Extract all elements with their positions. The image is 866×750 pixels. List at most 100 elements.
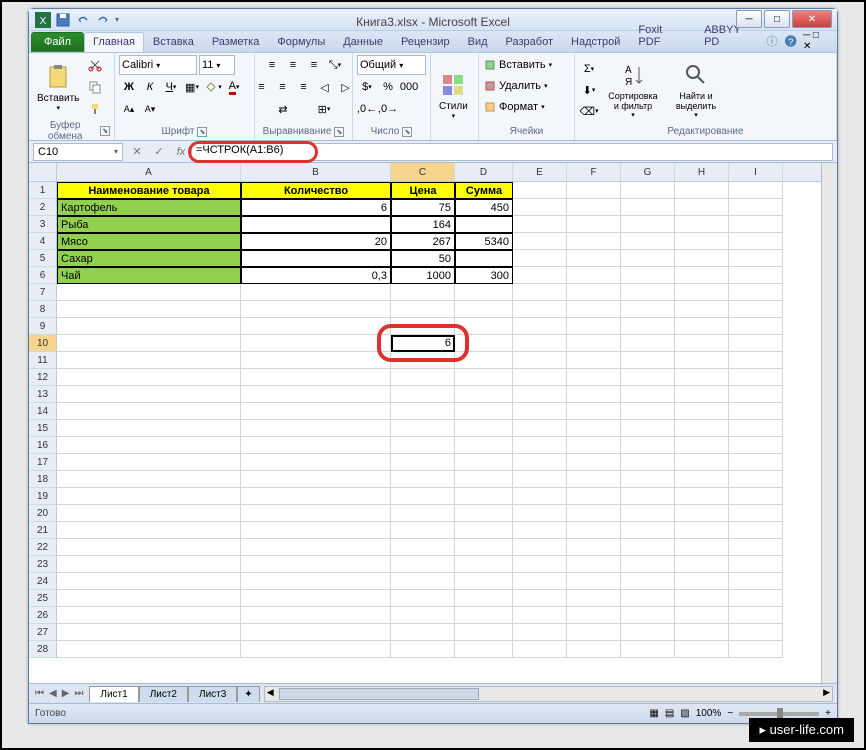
- percent-button[interactable]: %: [378, 77, 398, 97]
- view-layout-button[interactable]: ▤: [665, 708, 674, 719]
- row-header-20[interactable]: 20: [29, 505, 56, 522]
- wrap-text-button[interactable]: ⇄: [263, 99, 303, 119]
- tab-review[interactable]: Рецензир: [392, 32, 459, 52]
- row-header-8[interactable]: 8: [29, 301, 56, 318]
- align-right-button[interactable]: ≡: [294, 77, 314, 97]
- align-middle-button[interactable]: ≡: [283, 55, 303, 75]
- tab-file[interactable]: Файл: [31, 32, 84, 52]
- font-size-combo[interactable]: 11▾: [199, 55, 235, 75]
- fill-button[interactable]: ⬇▾: [579, 80, 599, 100]
- col-header-B[interactable]: B: [241, 163, 391, 181]
- table-row[interactable]: Рыба: [57, 216, 241, 233]
- shrink-font-button[interactable]: А▾: [140, 99, 160, 119]
- new-sheet-button[interactable]: ✦: [237, 686, 259, 702]
- zoom-out-button[interactable]: −: [727, 708, 733, 719]
- styles-button[interactable]: Стили▾: [435, 69, 472, 122]
- col-header-E[interactable]: E: [513, 163, 567, 181]
- cancel-formula-button[interactable]: ✕: [127, 143, 147, 161]
- row-header-17[interactable]: 17: [29, 454, 56, 471]
- col-header-A[interactable]: A: [57, 163, 241, 181]
- align-center-button[interactable]: ≡: [273, 77, 293, 97]
- tab-insert[interactable]: Вставка: [144, 32, 203, 52]
- name-box[interactable]: C10▾: [33, 143, 123, 161]
- sheet-nav-last[interactable]: ⏭: [72, 688, 85, 699]
- row-header-10[interactable]: 10: [29, 335, 56, 352]
- formula-input[interactable]: =ЧСТРОК(A1:B6): [191, 143, 833, 161]
- sheet-tab-1[interactable]: Лист1: [89, 686, 138, 702]
- clear-button[interactable]: ⌫▾: [579, 101, 599, 121]
- font-name-combo[interactable]: Calibri▾: [119, 55, 197, 75]
- select-all-corner[interactable]: [29, 163, 57, 182]
- font-launcher[interactable]: ⬊: [197, 127, 207, 137]
- col-header-H[interactable]: H: [675, 163, 729, 181]
- align-top-button[interactable]: ≡: [262, 55, 282, 75]
- tab-data[interactable]: Данные: [334, 32, 392, 52]
- row-header-19[interactable]: 19: [29, 488, 56, 505]
- table-row[interactable]: Чай: [57, 267, 241, 284]
- sheet-nav-first[interactable]: ⏮: [33, 688, 46, 699]
- row-header-22[interactable]: 22: [29, 539, 56, 556]
- tab-addins[interactable]: Надстрой: [562, 32, 629, 52]
- orientation-button[interactable]: ⤡▾: [325, 55, 345, 75]
- inc-decimal-button[interactable]: ,0←: [357, 99, 377, 119]
- sheet-nav-next[interactable]: ▶: [60, 688, 72, 699]
- row-header-28[interactable]: 28: [29, 641, 56, 658]
- col-header-I[interactable]: I: [729, 163, 783, 181]
- paste-button[interactable]: Вставить▾: [33, 61, 83, 114]
- header-qty[interactable]: Количество: [241, 182, 391, 199]
- row-header-2[interactable]: 2: [29, 199, 56, 216]
- enter-formula-button[interactable]: ✓: [149, 143, 169, 161]
- maximize-button[interactable]: □: [764, 10, 790, 28]
- row-header-26[interactable]: 26: [29, 607, 56, 624]
- find-select-button[interactable]: Найти и выделить▾: [667, 59, 725, 121]
- row-header-15[interactable]: 15: [29, 420, 56, 437]
- row-header-14[interactable]: 14: [29, 403, 56, 420]
- fill-color-button[interactable]: ▾: [203, 77, 223, 97]
- row-header-25[interactable]: 25: [29, 590, 56, 607]
- row-header-23[interactable]: 23: [29, 556, 56, 573]
- autosum-button[interactable]: Σ▾: [579, 59, 599, 79]
- row-header-1[interactable]: 1: [29, 182, 56, 199]
- tab-home[interactable]: Главная: [84, 32, 144, 52]
- insert-cells-button[interactable]: Вставить▾: [483, 55, 570, 75]
- italic-button[interactable]: К: [140, 77, 160, 97]
- header-price[interactable]: Цена: [391, 182, 455, 199]
- tab-developer[interactable]: Разработ: [497, 32, 562, 52]
- row-header-27[interactable]: 27: [29, 624, 56, 641]
- row-header-9[interactable]: 9: [29, 318, 56, 335]
- delete-cells-button[interactable]: Удалить▾: [483, 76, 570, 96]
- undo-icon[interactable]: [75, 12, 91, 28]
- fx-button[interactable]: fx: [171, 143, 191, 161]
- redo-icon[interactable]: [95, 12, 111, 28]
- header-name[interactable]: Наименование товара: [57, 182, 241, 199]
- row-header-3[interactable]: 3: [29, 216, 56, 233]
- vertical-scrollbar[interactable]: [821, 163, 837, 683]
- sheet-tab-3[interactable]: Лист3: [188, 686, 237, 702]
- help-icon[interactable]: ?: [784, 34, 797, 48]
- row-header-24[interactable]: 24: [29, 573, 56, 590]
- col-header-G[interactable]: G: [621, 163, 675, 181]
- row-header-16[interactable]: 16: [29, 437, 56, 454]
- view-break-button[interactable]: ▧: [680, 708, 689, 719]
- format-painter-button[interactable]: [85, 99, 105, 119]
- sheet-nav-prev[interactable]: ◀: [47, 688, 59, 699]
- underline-button[interactable]: Ч▾: [161, 77, 181, 97]
- minimize-ribbon-icon[interactable]: ⓘ: [767, 33, 778, 49]
- clipboard-launcher[interactable]: ⬊: [100, 126, 110, 136]
- copy-button[interactable]: [85, 77, 105, 97]
- number-launcher[interactable]: ⬊: [402, 127, 412, 137]
- indent-dec-button[interactable]: ◁: [315, 77, 335, 97]
- tab-view[interactable]: Вид: [459, 32, 497, 52]
- currency-button[interactable]: $▾: [357, 77, 377, 97]
- number-format-combo[interactable]: Общий▾: [357, 55, 426, 75]
- row-header-7[interactable]: 7: [29, 284, 56, 301]
- table-row[interactable]: Мясо: [57, 233, 241, 250]
- close-button[interactable]: ✕: [792, 10, 832, 28]
- horizontal-scrollbar[interactable]: ◀ ▶: [264, 686, 833, 702]
- row-header-5[interactable]: 5: [29, 250, 56, 267]
- col-header-F[interactable]: F: [567, 163, 621, 181]
- sort-filter-button[interactable]: АЯ Сортировка и фильтр▾: [601, 59, 665, 121]
- format-cells-button[interactable]: Формат▾: [483, 97, 570, 117]
- zoom-slider[interactable]: [739, 712, 819, 716]
- bold-button[interactable]: Ж: [119, 77, 139, 97]
